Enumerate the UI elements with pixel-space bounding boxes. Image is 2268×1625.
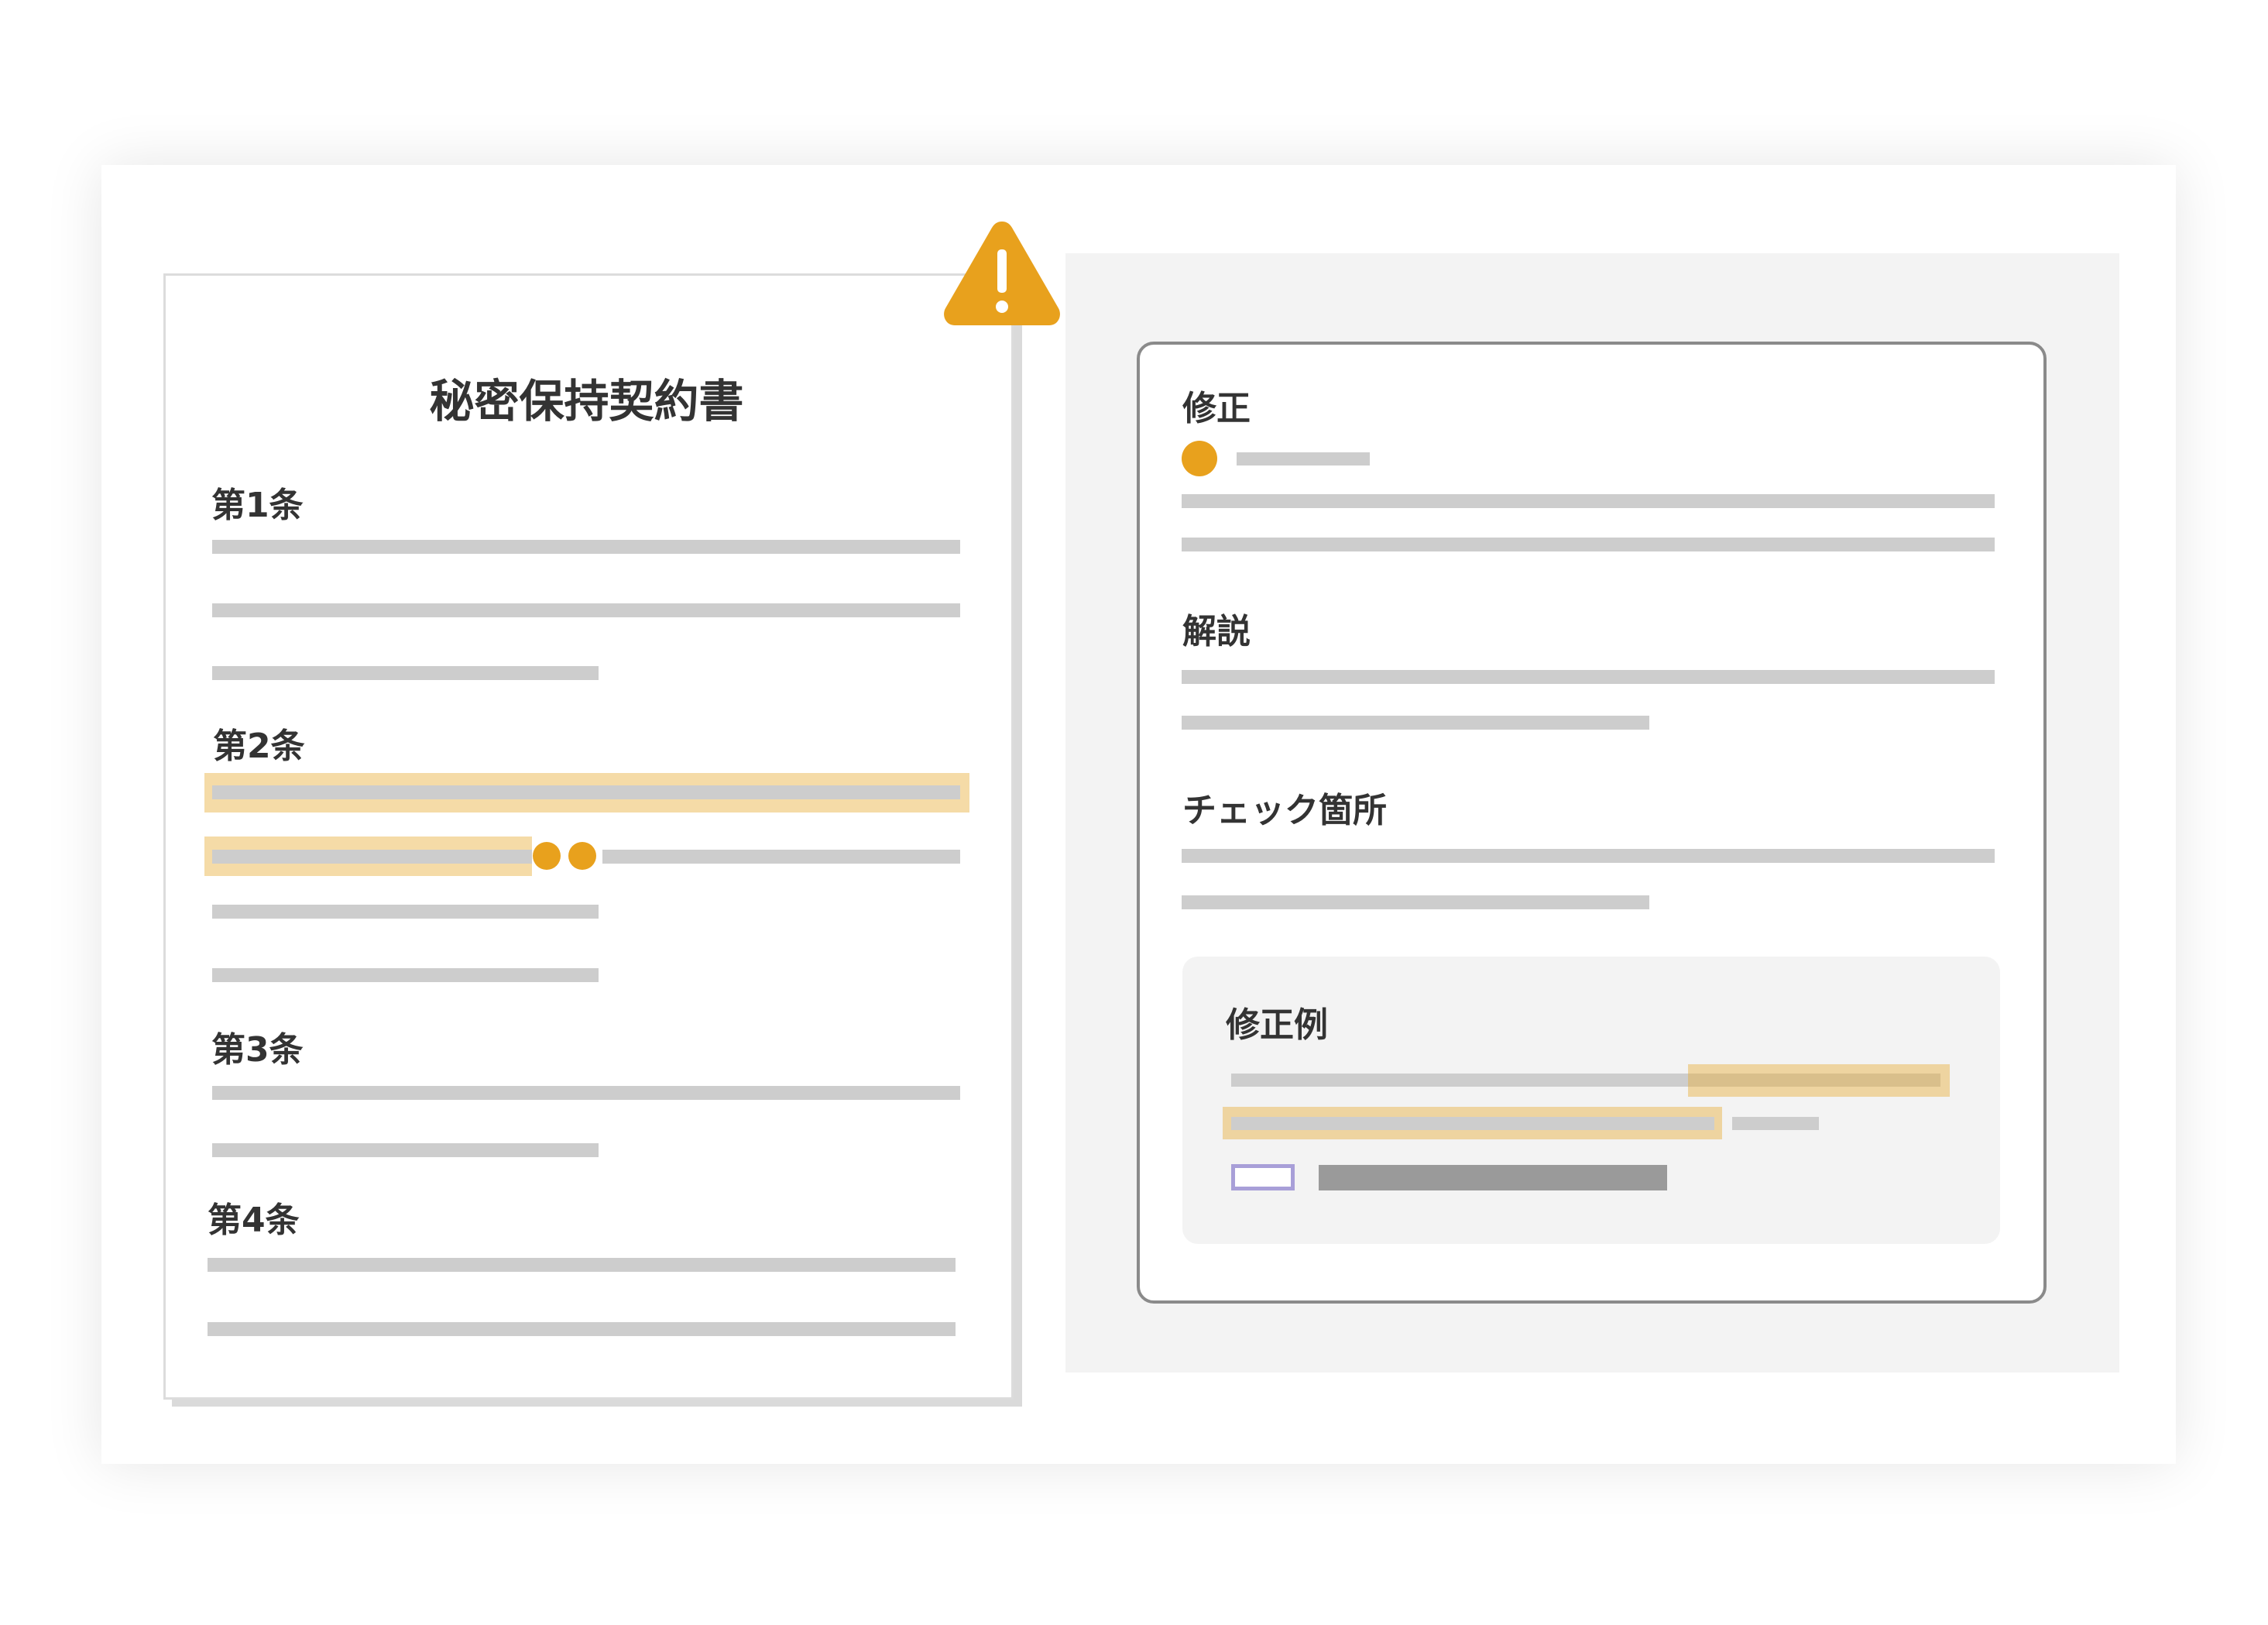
issue-marker-dot bbox=[533, 842, 561, 870]
text-line bbox=[1182, 895, 1649, 909]
text-line bbox=[212, 540, 960, 554]
text-line bbox=[212, 666, 599, 680]
text-line bbox=[208, 1322, 956, 1336]
illustration: 秘密保持契約書 第1条 第2条 第3条 第4条 修正 解説 チェック箇所 修正例 bbox=[0, 0, 2268, 1625]
text-line bbox=[212, 1143, 599, 1157]
suggested-change-highlight bbox=[1688, 1064, 1950, 1097]
text-line bbox=[212, 785, 960, 799]
text-line bbox=[602, 850, 960, 864]
text-line-dark bbox=[1319, 1165, 1667, 1190]
text-line bbox=[1182, 670, 1995, 684]
text-line bbox=[1732, 1117, 1819, 1130]
text-line bbox=[1182, 494, 1995, 508]
text-line bbox=[212, 850, 532, 864]
text-line bbox=[212, 968, 599, 982]
fix-example-box bbox=[1182, 957, 2000, 1244]
text-line bbox=[1182, 849, 1995, 863]
text-line bbox=[1182, 716, 1649, 730]
issue-marker-dot bbox=[1182, 441, 1217, 476]
check-location-heading: チェック箇所 bbox=[1182, 791, 1387, 830]
text-line bbox=[212, 1086, 960, 1100]
text-line bbox=[212, 603, 960, 617]
apply-button[interactable] bbox=[1231, 1164, 1295, 1190]
fix-example-heading: 修正例 bbox=[1226, 1005, 1328, 1045]
article-4-heading: 第4条 bbox=[208, 1201, 300, 1240]
document-title: 秘密保持契約書 bbox=[429, 375, 744, 428]
issue-marker-dot bbox=[568, 842, 596, 870]
fix-heading: 修正 bbox=[1182, 389, 1251, 428]
text-line bbox=[212, 905, 599, 919]
warning-triangle-icon bbox=[944, 222, 1060, 325]
article-3-heading: 第3条 bbox=[211, 1030, 304, 1070]
article-1-heading: 第1条 bbox=[211, 486, 304, 525]
explanation-heading: 解説 bbox=[1182, 612, 1251, 651]
text-line bbox=[1182, 538, 1995, 551]
text-line bbox=[1231, 1117, 1714, 1130]
text-line bbox=[208, 1258, 956, 1272]
text-line bbox=[1237, 452, 1370, 466]
article-2-heading: 第2条 bbox=[213, 727, 305, 766]
